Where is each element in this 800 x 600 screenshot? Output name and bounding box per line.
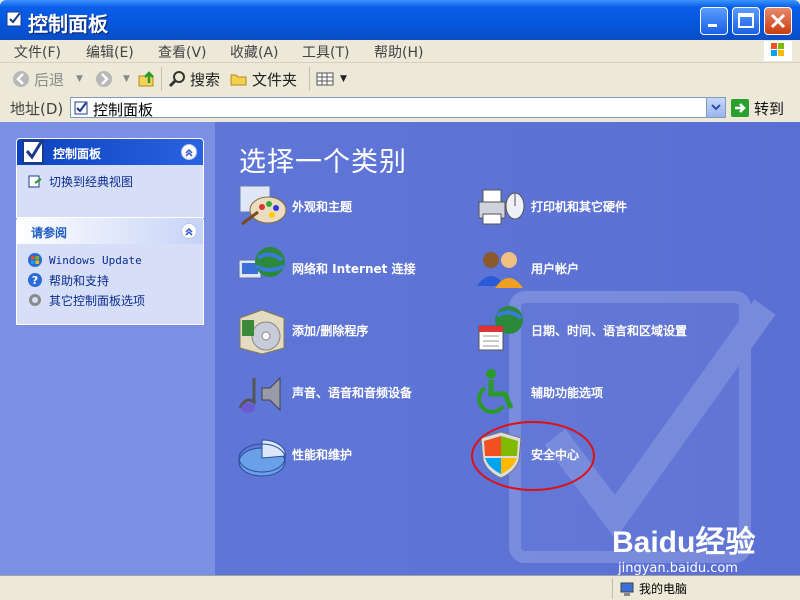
- window-title: 控制面板: [28, 12, 108, 36]
- help-icon: ?: [28, 273, 42, 287]
- performance-icon: [238, 439, 286, 477]
- address-bar: 地址(D) 控制面板 转到: [0, 95, 800, 123]
- accessibility-icon: [477, 369, 514, 414]
- sound-icon: [238, 376, 281, 413]
- category-accessibility[interactable]: 辅助功能选项: [475, 366, 603, 418]
- collapse-button[interactable]: [181, 223, 197, 239]
- classic-view-icon: [28, 175, 42, 188]
- collapse-button[interactable]: [181, 144, 197, 160]
- task-pane: 控制面板 切换到经典视图 请参阅 Windows Update ? 帮助和支持 …: [0, 122, 215, 575]
- address-dropdown-button[interactable]: [706, 98, 725, 117]
- status-location: 我的电脑: [612, 578, 687, 599]
- views-button[interactable]: ▼: [316, 67, 347, 91]
- address-label: 地址(D): [10, 100, 64, 118]
- title-bar[interactable]: 控制面板: [0, 0, 800, 40]
- minimize-button[interactable]: [700, 7, 728, 35]
- address-value: 控制面板: [93, 101, 154, 119]
- forward-dropdown-icon[interactable]: ▼: [123, 74, 130, 84]
- forward-button[interactable]: ▼: [95, 67, 130, 91]
- back-label: 后退: [34, 70, 65, 89]
- baidu-watermark: Baidu经验 jingyan.baidu.com: [612, 517, 755, 575]
- views-grid-icon: [316, 72, 334, 86]
- back-dropdown-icon[interactable]: ▼: [76, 74, 83, 84]
- control-panel-window: 控制面板 文件(F) 编辑(E) 查看(V) 收藏(A) 工具(T) 帮助(H)…: [0, 0, 800, 600]
- back-arrow-icon: [13, 71, 29, 87]
- maximize-button[interactable]: [732, 7, 760, 35]
- go-label: 转到: [754, 99, 785, 118]
- menu-file[interactable]: 文件(F): [14, 42, 61, 62]
- control-panel-pane: 控制面板 切换到经典视图: [16, 138, 204, 218]
- forward-arrow-icon: [96, 71, 112, 87]
- category-printers-hardware[interactable]: 打印机和其它硬件: [475, 180, 627, 232]
- category-user-accounts[interactable]: 用户帐户: [475, 242, 579, 294]
- content-area: 控制面板 切换到经典视图 请参阅 Windows Update ? 帮助和支持 …: [0, 122, 800, 575]
- menu-tools[interactable]: 工具(T): [302, 42, 349, 62]
- windows-update-link[interactable]: Windows Update: [27, 252, 193, 268]
- close-icon: [770, 13, 786, 29]
- category-date-time-language[interactable]: 日期、时间、语言和区域设置: [475, 304, 687, 356]
- go-button[interactable]: 转到: [731, 97, 784, 119]
- my-computer-icon: [620, 582, 634, 596]
- category-add-remove-programs[interactable]: 添加/删除程序: [236, 304, 368, 356]
- menu-bar: 文件(F) 编辑(E) 查看(V) 收藏(A) 工具(T) 帮助(H): [0, 40, 800, 63]
- windows-logo-icon: [764, 41, 792, 61]
- windows-update-icon: [28, 253, 42, 267]
- printer-icon: [478, 189, 525, 225]
- folders-button[interactable]: 文件夹: [230, 67, 297, 91]
- menu-edit[interactable]: 编辑(E): [86, 42, 134, 62]
- security-center-highlight-ring: [471, 421, 595, 491]
- see-also-pane-header[interactable]: 请参阅: [17, 218, 203, 244]
- watermark-brand: Baidu经验: [612, 526, 756, 559]
- control-panel-icon: [6, 11, 22, 27]
- search-label: 搜索: [190, 70, 221, 89]
- add-remove-icon: [239, 309, 285, 355]
- toolbar: 后退 ▼ ▼ 搜索 文件夹 ▼: [0, 63, 800, 96]
- back-button[interactable]: 后退 ▼: [12, 67, 83, 91]
- see-also-pane: 请参阅 Windows Update ? 帮助和支持 其它控制面板选项: [16, 217, 204, 325]
- up-folder-button[interactable]: [138, 67, 160, 91]
- network-icon: [238, 247, 285, 279]
- watermark-url: jingyan.baidu.com: [618, 561, 738, 575]
- category-sound[interactable]: 声音、语音和音频设备: [236, 366, 412, 418]
- folder-icon: [230, 74, 247, 86]
- control-panel-pane-header[interactable]: 控制面板: [17, 139, 203, 165]
- category-performance[interactable]: 性能和维护: [236, 428, 352, 480]
- help-and-support-link[interactable]: ? 帮助和支持: [27, 272, 193, 288]
- menu-help[interactable]: 帮助(H): [374, 42, 423, 62]
- status-bar: 我的电脑: [0, 575, 800, 600]
- see-also-pane-title: 请参阅: [31, 226, 68, 240]
- maximize-icon: [738, 13, 754, 28]
- up-folder-icon: [138, 71, 154, 87]
- svg-text:?: ?: [32, 274, 38, 287]
- gear-icon: [29, 294, 41, 306]
- control-panel-small-icon: [74, 101, 88, 115]
- close-button[interactable]: [764, 7, 792, 35]
- chevron-down-icon: [711, 104, 721, 111]
- users-icon: [477, 252, 523, 288]
- category-network[interactable]: 网络和 Internet 连接: [236, 242, 416, 294]
- chevron-up-icon: [185, 227, 193, 236]
- menu-favorites[interactable]: 收藏(A): [230, 42, 279, 62]
- control-panel-icon: [22, 139, 45, 164]
- date-time-icon: [478, 306, 523, 351]
- folders-label: 文件夹: [252, 70, 298, 89]
- menu-view[interactable]: 查看(V): [158, 42, 207, 62]
- search-button[interactable]: 搜索: [168, 67, 220, 91]
- chevron-up-icon: [185, 148, 193, 157]
- address-input[interactable]: 控制面板: [70, 97, 726, 119]
- category-appearance[interactable]: 外观和主题: [236, 180, 352, 232]
- views-dropdown-icon: ▼: [340, 74, 347, 84]
- appearance-icon: [239, 185, 287, 226]
- switch-to-classic-view-link[interactable]: 切换到经典视图: [27, 173, 193, 189]
- minimize-icon: [708, 24, 717, 27]
- search-icon: [168, 71, 185, 88]
- go-arrow-icon: [731, 99, 749, 117]
- other-options-link[interactable]: 其它控制面板选项: [27, 292, 193, 308]
- control-panel-pane-title: 控制面板: [53, 147, 102, 161]
- pick-category-heading: 选择一个类别: [239, 147, 407, 178]
